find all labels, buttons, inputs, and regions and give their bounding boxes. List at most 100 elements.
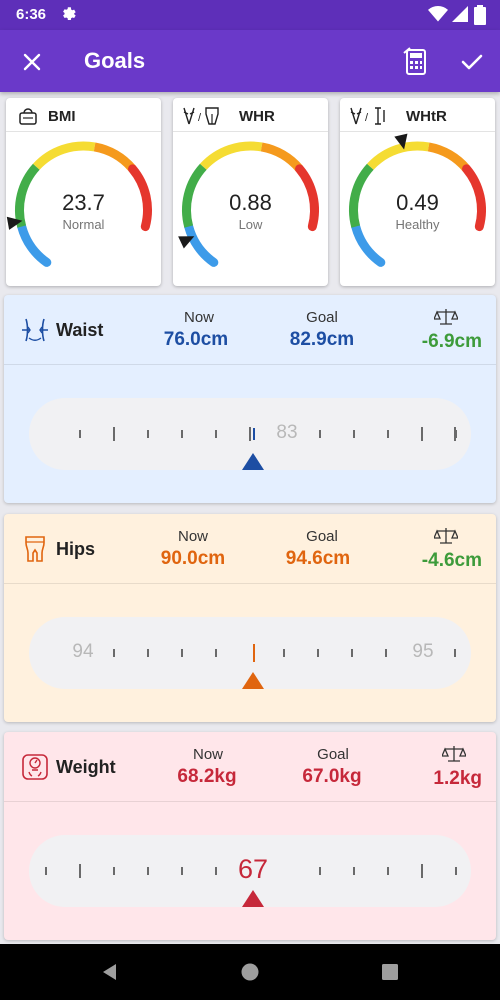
close-icon[interactable] — [14, 44, 50, 80]
gauge-segment — [366, 141, 430, 170]
svg-text:/: / — [365, 112, 369, 124]
measurement-ruler[interactable]: 94 95 — [29, 617, 471, 689]
gauge-status: Healthy — [395, 217, 440, 232]
balance-icon — [434, 528, 458, 544]
ruler-pointer-icon — [242, 672, 264, 689]
battery-icon — [474, 5, 486, 25]
now-value: 76.0cm — [163, 329, 229, 350]
measurement-header: Weight Now 68.2kg Goal 67.0kg 1.2kg — [4, 732, 496, 802]
recents-icon[interactable] — [380, 962, 400, 982]
ruler-tick — [113, 649, 115, 657]
ruler-tick — [387, 430, 389, 438]
ruler-tick — [147, 649, 149, 657]
waist-card[interactable]: Waist Now 76.0cm Goal 82.9cm -6.9cm 83 — [4, 295, 496, 503]
app-bar: Goals — [0, 30, 500, 92]
ruler-tick — [319, 430, 321, 438]
gauge-value: 0.88 — [229, 190, 272, 215]
ruler-center-tick — [252, 428, 255, 440]
gauge-segment — [93, 142, 136, 172]
whr-gauge-card[interactable]: / WHR 0.88 Low — [173, 98, 328, 286]
ruler-tick — [113, 867, 115, 875]
goal-label: Goal — [317, 746, 349, 763]
goal-label: Goal — [306, 528, 338, 545]
goal-value: 94.6cm — [285, 548, 351, 569]
gauge-value: 0.49 — [396, 190, 439, 215]
ruler-tick — [249, 427, 251, 441]
ruler-tick — [147, 867, 149, 875]
gauge-label: WHtR — [406, 108, 447, 125]
now-label: Now — [177, 528, 208, 545]
ruler-tick — [79, 864, 81, 878]
goal-value: 82.9cm — [289, 329, 355, 350]
gauge-label: BMI — [48, 108, 76, 125]
hips-card[interactable]: Hips Now 90.0cm Goal 94.6cm -4.6cm 94 95 — [4, 514, 496, 722]
ruler-pointer-icon — [242, 890, 264, 907]
ruler-tick — [181, 430, 183, 438]
ruler-tick — [215, 430, 217, 438]
back-icon[interactable] — [100, 962, 120, 982]
bmi-gauge-card[interactable]: BMI 23.7 Normal — [6, 98, 161, 286]
ruler-tick — [353, 867, 355, 875]
waist-icon — [22, 318, 48, 342]
ruler-tick — [317, 649, 319, 657]
difference-value: -4.6cm — [421, 550, 482, 571]
page-title: Goals — [84, 48, 146, 73]
ruler-tick — [113, 427, 115, 441]
ruler-tick — [45, 867, 47, 875]
gauge-status: Normal — [62, 217, 105, 232]
measurement-header: Hips Now 90.0cm Goal 94.6cm -4.6cm — [4, 514, 496, 584]
ruler-tick — [181, 867, 183, 875]
ruler-tick — [351, 649, 353, 657]
gauge-status: Low — [238, 217, 263, 232]
ruler-tick — [421, 427, 423, 441]
measurement-name: Waist — [56, 320, 104, 340]
measurement-name: Weight — [56, 757, 116, 777]
home-icon[interactable] — [240, 962, 260, 982]
ruler-tick — [421, 864, 423, 878]
ruler-tick — [319, 867, 321, 875]
whtr-gauge-card[interactable]: / WHtR 0.49 Healthy — [340, 98, 495, 286]
ruler-tick — [215, 867, 217, 875]
gauge-header: / WHR — [173, 98, 328, 132]
ruler-number: 67 — [237, 854, 269, 884]
ruler-tick — [387, 867, 389, 875]
ruler-tick — [455, 867, 457, 875]
now-label: Now — [183, 309, 214, 326]
weight-card[interactable]: Weight Now 68.2kg Goal 67.0kg 1.2kg 67 — [4, 732, 496, 940]
now-value: 68.2kg — [177, 766, 237, 787]
ruler-tick — [283, 649, 285, 657]
ruler-center-tick — [252, 644, 255, 662]
difference-value: -6.9cm — [421, 331, 482, 352]
waist-hip-icon: / — [183, 107, 219, 125]
gauge-segment — [260, 142, 303, 172]
wifi-icon — [428, 6, 448, 22]
gauge-header: BMI — [6, 98, 161, 132]
calculator-icon[interactable] — [398, 44, 434, 80]
goal-label: Goal — [306, 309, 338, 326]
signal-icon — [452, 6, 468, 22]
gauge-segment — [427, 142, 470, 172]
settings-gear-icon — [63, 7, 76, 20]
scale-icon — [19, 108, 37, 125]
gauge-segment — [32, 141, 96, 170]
ruler-tick — [454, 649, 456, 657]
measurement-name: Hips — [56, 539, 96, 559]
weight-scale-icon — [22, 754, 48, 780]
gauge-header: / WHtR — [340, 98, 495, 132]
check-icon[interactable] — [454, 44, 490, 80]
balance-icon — [442, 746, 466, 762]
measurement-ruler[interactable]: 83 — [29, 398, 471, 470]
system-nav-bar — [0, 944, 500, 1000]
ruler-tick — [79, 430, 81, 438]
ruler-tick — [181, 649, 183, 657]
status-bar: 6:36 — [0, 0, 500, 30]
svg-text:/: / — [198, 112, 202, 124]
ruler-tick — [353, 430, 355, 438]
difference-value: 1.2kg — [433, 768, 482, 789]
ruler-number: 95 — [412, 641, 434, 662]
ruler-tick — [215, 649, 217, 657]
balance-icon — [434, 309, 458, 325]
ruler-tick — [454, 427, 456, 441]
measurement-ruler[interactable]: 67 — [29, 835, 471, 907]
gauge-value: 23.7 — [62, 190, 105, 215]
